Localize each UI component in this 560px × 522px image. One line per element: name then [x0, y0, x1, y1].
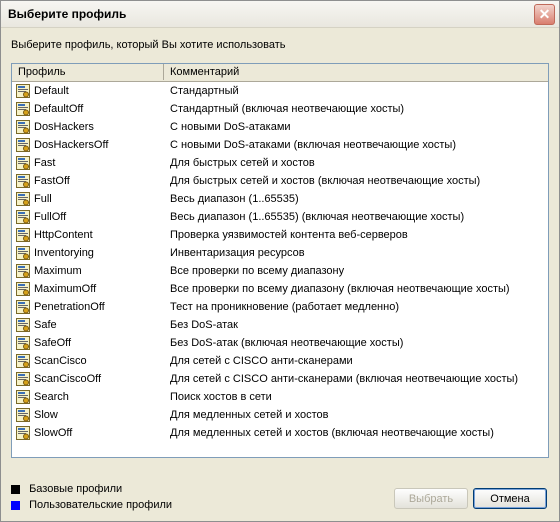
profile-dialog: Выберите профиль ✕ Выберите профиль, кот… [0, 0, 560, 522]
profile-icon [16, 210, 30, 224]
list-item[interactable]: ScanCiscoOff Для сетей с CISCO анти-скане… [12, 370, 548, 388]
profile-comment: Для медленных сетей и хостов (включая не… [170, 427, 494, 439]
profile-icon [16, 390, 30, 404]
list-item[interactable]: PenetrationOff Тест на проникновение (раб… [12, 298, 548, 316]
profile-comment: Без DoS-атак [170, 319, 238, 331]
profile-icon [16, 264, 30, 278]
profile-icon [16, 300, 30, 314]
profile-icon [16, 318, 30, 332]
legend-base: Базовые профили [11, 481, 172, 497]
profile-name: Maximum [34, 265, 82, 277]
profile-comment: Без DoS-атак (включая неотвечающие хосты… [170, 337, 404, 349]
list-item[interactable]: SlowOff Для медленных сетей и хостов (вкл… [12, 424, 548, 442]
user-color-swatch [11, 500, 20, 510]
legend: Базовые профили Пользовательские профили [11, 481, 172, 513]
list-item[interactable]: Search Поиск хостов в сети [12, 388, 548, 406]
list-item[interactable]: SafeOff Без DoS-атак (включая неотвечающи… [12, 334, 548, 352]
profile-comment: Весь диапазон (1..65535) [170, 193, 299, 205]
profile-name: PenetrationOff [34, 301, 105, 313]
list-item[interactable]: Full Весь диапазон (1..65535) [12, 190, 548, 208]
profile-name: Slow [34, 409, 58, 421]
legend-user-label: Пользовательские профили [29, 499, 173, 511]
profile-name: Safe [34, 319, 57, 331]
profile-icon [16, 138, 30, 152]
profile-icon [16, 354, 30, 368]
profile-icon [16, 84, 30, 98]
profile-comment: Весь диапазон (1..65535) (включая неотве… [170, 211, 465, 223]
profile-name: ScanCiscoOff [34, 373, 102, 385]
list-item[interactable]: Default Стандартный [12, 82, 548, 100]
profile-icon [16, 120, 30, 134]
column-header-profile[interactable]: Профиль [12, 64, 164, 80]
profile-icon [16, 372, 30, 386]
profile-comment: Проверка уязвимостей контента веб-сервер… [170, 229, 408, 241]
profile-comment: Для сетей с CISCO анти-сканерами [170, 355, 353, 367]
cancel-button[interactable]: Отмена [473, 488, 547, 509]
profile-name: ScanCisco [34, 355, 87, 367]
profile-comment: С новыми DoS-атаками [170, 121, 291, 133]
profile-name: DosHackers [34, 121, 94, 133]
list-item[interactable]: Safe Без DoS-атак [12, 316, 548, 334]
list-item[interactable]: Slow Для медленных сетей и хостов [12, 406, 548, 424]
profile-name: Fast [34, 157, 56, 169]
list-item[interactable]: MaximumOff Все проверки по всему диапазон… [12, 280, 548, 298]
profile-icon [16, 102, 30, 116]
profile-name: FastOff [34, 175, 70, 187]
profile-icon [16, 426, 30, 440]
list-item[interactable]: HttpContent Проверка уязвимостей контента… [12, 226, 548, 244]
profile-comment: Для быстрых сетей и хостов (включая неот… [170, 175, 481, 187]
profile-icon [16, 192, 30, 206]
legend-user: Пользовательские профили [11, 497, 172, 513]
profile-name: Inventorying [34, 247, 94, 259]
legend-base-label: Базовые профили [29, 483, 123, 495]
base-color-swatch [11, 484, 20, 494]
profile-name: SafeOff [34, 337, 72, 349]
profile-comment: Все проверки по всему диапазону (включая… [170, 283, 510, 295]
list-item[interactable]: FullOff Весь диапазон (1..65535) (включая… [12, 208, 548, 226]
profile-name: FullOff [34, 211, 67, 223]
list-item[interactable]: Inventorying Инвентаризация ресурсов [12, 244, 548, 262]
profile-name: SlowOff [34, 427, 73, 439]
profile-name: Default [34, 85, 69, 97]
profile-comment: С новыми DoS-атаками (включая неотвечающ… [170, 139, 456, 151]
profile-icon [16, 228, 30, 242]
profile-comment: Стандартный (включая неотвечающие хосты) [170, 103, 405, 115]
list-item[interactable]: DosHackersOff С новыми DoS-атаками (включ… [12, 136, 548, 154]
list-header: Профиль Комментарий [12, 64, 548, 82]
profile-name: HttpContent [34, 229, 93, 241]
select-button[interactable]: Выбрать [394, 488, 468, 509]
profile-list[interactable]: Профиль Комментарий Default Стандартный De… [11, 63, 549, 458]
list-item[interactable]: Maximum Все проверки по всему диапазону [12, 262, 548, 280]
close-button[interactable]: ✕ [534, 4, 555, 25]
list-item[interactable]: DosHackers С новыми DoS-атаками [12, 118, 548, 136]
list-item[interactable]: Fast Для быстрых сетей и хостов [12, 154, 548, 172]
list-item[interactable]: DefaultOff Стандартный (включая неотвечаю… [12, 100, 548, 118]
profile-icon [16, 336, 30, 350]
list-item[interactable]: ScanCisco Для сетей с CISCO анти-сканерам… [12, 352, 548, 370]
profile-comment: Поиск хостов в сети [170, 391, 272, 403]
title-bar: Выберите профиль ✕ [1, 1, 559, 28]
profile-icon [16, 174, 30, 188]
profile-comment: Все проверки по всему диапазону [170, 265, 345, 277]
profile-name: MaximumOff [34, 283, 97, 295]
profile-name: DosHackersOff [34, 139, 109, 151]
profile-comment: Тест на проникновение (работает медленно… [170, 301, 399, 313]
column-header-comment[interactable]: Комментарий [164, 64, 548, 80]
profile-icon [16, 282, 30, 296]
dialog-title: Выберите профиль [8, 7, 127, 21]
profile-comment: Для быстрых сетей и хостов [170, 157, 315, 169]
profile-icon [16, 246, 30, 260]
profile-name: Full [34, 193, 52, 205]
profile-icon [16, 408, 30, 422]
list-rows: Default Стандартный DefaultOff Стандартный … [12, 82, 548, 442]
profile-name: Search [34, 391, 69, 403]
profile-comment: Стандартный [170, 85, 239, 97]
profile-comment: Для сетей с CISCO анти-сканерами (включа… [170, 373, 519, 385]
prompt-text: Выберите профиль, который Вы хотите испо… [11, 39, 286, 51]
profile-comment: Для медленных сетей и хостов [170, 409, 329, 421]
profile-icon [16, 156, 30, 170]
list-item[interactable]: FastOff Для быстрых сетей и хостов (включ… [12, 172, 548, 190]
profile-name: DefaultOff [34, 103, 84, 115]
profile-comment: Инвентаризация ресурсов [170, 247, 305, 259]
